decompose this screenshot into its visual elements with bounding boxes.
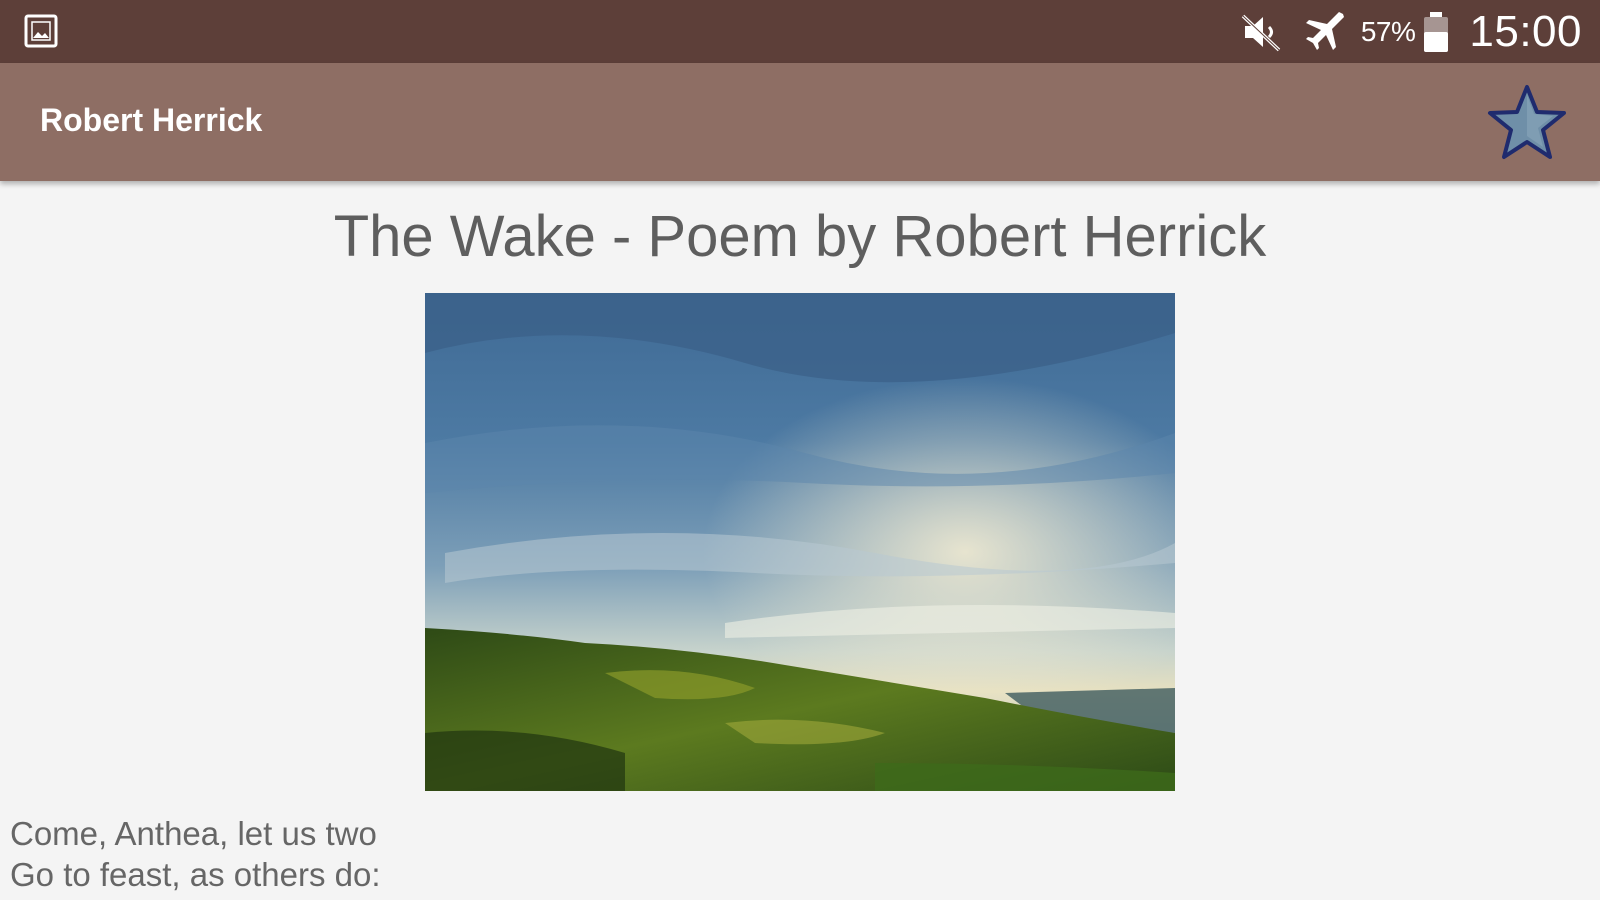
battery-percentage: 57% xyxy=(1360,15,1416,47)
favorite-button[interactable] xyxy=(1484,79,1570,165)
landscape-image xyxy=(425,293,1175,791)
status-bar: 57% 15:00 xyxy=(0,0,1600,63)
poem-line: Go to feast, as others do: xyxy=(10,856,381,893)
airplane-mode-icon xyxy=(1305,11,1344,50)
poem-content: The Wake - Poem by Robert Herrick Come, … xyxy=(0,181,1600,900)
poem-line: Come, Anthea, let us two xyxy=(10,815,377,852)
app-title: Robert Herrick xyxy=(40,102,263,138)
clock: 15:00 xyxy=(1469,6,1582,56)
mute-icon xyxy=(1241,14,1281,51)
battery-icon xyxy=(1424,11,1449,52)
gallery-notification-icon xyxy=(24,14,58,48)
star-icon xyxy=(1488,85,1566,159)
app-bar: Robert Herrick xyxy=(0,63,1600,181)
status-indicators: 57% 15:00 xyxy=(1239,0,1582,63)
poem-title: The Wake - Poem by Robert Herrick xyxy=(333,204,1267,269)
poem-text: Come, Anthea, let us two Go to feast, as… xyxy=(10,813,381,895)
